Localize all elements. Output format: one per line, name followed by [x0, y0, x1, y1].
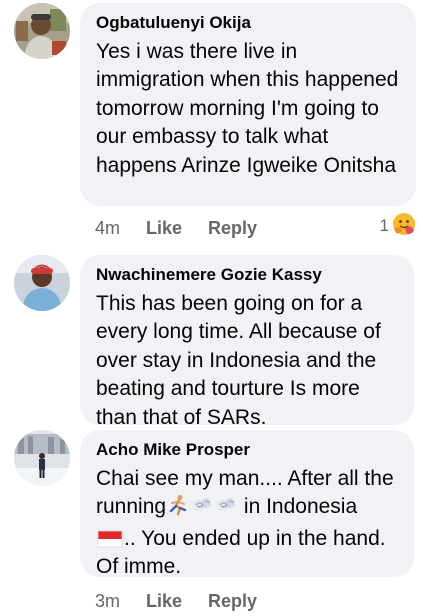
like-button[interactable]: Like: [146, 591, 182, 612]
dash-icon: [214, 494, 238, 524]
hug-emoji-icon: [392, 212, 416, 241]
reply-button[interactable]: Reply: [208, 591, 257, 612]
emoji-group: [166, 494, 238, 524]
comment-text: Chai see my man.... After all the runnin…: [96, 465, 398, 582]
comment-author[interactable]: Ogbatuluenyi Okija: [96, 12, 400, 34]
comment-text-segment: .. You ended up in the hand.: [124, 526, 386, 550]
comment-text: This has been going on for a every long …: [96, 292, 381, 429]
indonesia-flag-icon: [96, 530, 124, 548]
comment-text: Yes i was there live in immigration when…: [96, 40, 399, 177]
comment-timestamp[interactable]: 4m: [95, 218, 120, 239]
avatar[interactable]: [14, 430, 70, 486]
comment-bubble: Nwachinemere Gozie Kassy This has been g…: [80, 255, 414, 429]
running-man-icon: [166, 494, 190, 524]
dash-icon: [190, 494, 214, 524]
reaction-count: 1: [379, 216, 389, 235]
comment-timestamp[interactable]: 3m: [95, 591, 120, 612]
avatar[interactable]: [14, 255, 70, 311]
comment-actions: 3m Like Reply: [95, 589, 283, 613]
avatar[interactable]: [14, 3, 70, 59]
comment-text-segment: in Indonesia: [238, 495, 358, 519]
comment-bubble: Ogbatuluenyi Okija Yes i was there live …: [80, 3, 416, 206]
like-button[interactable]: Like: [146, 218, 182, 239]
comment-author[interactable]: Acho Mike Prosper: [96, 439, 398, 461]
comment-text-segment: running: [96, 495, 167, 519]
comment-author[interactable]: Nwachinemere Gozie Kassy: [96, 264, 398, 286]
comment-bubble: Acho Mike Prosper Chai see my man.... Af…: [80, 430, 414, 578]
reaction-summary[interactable]: 1: [379, 212, 416, 241]
comment-text-line: Of imme.: [96, 555, 182, 579]
comment-actions: 4m Like Reply: [95, 216, 283, 240]
comment-text-line: Chai see my man.... After all the: [96, 467, 394, 490]
reply-button[interactable]: Reply: [208, 218, 257, 239]
